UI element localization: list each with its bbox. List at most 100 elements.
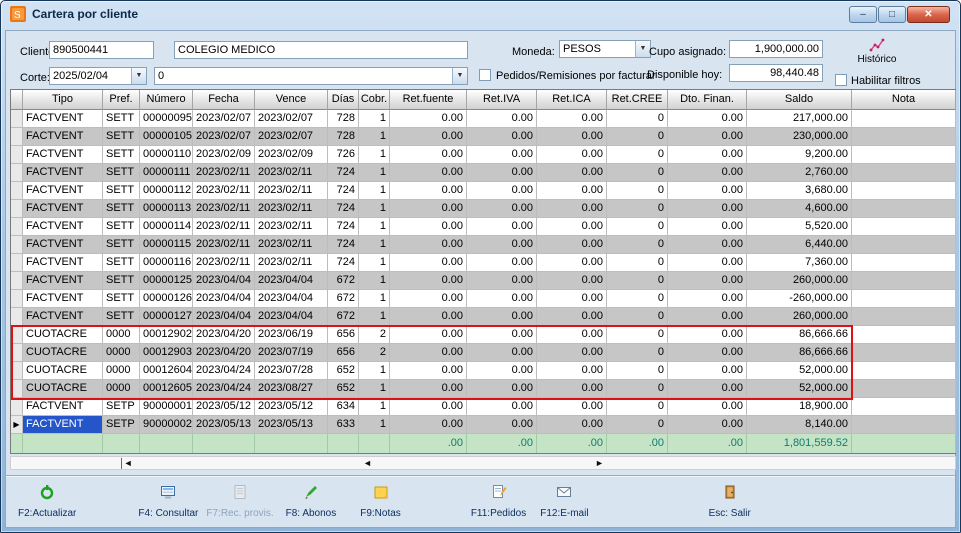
cell[interactable]: 2023/08/27 [255,380,328,398]
cell[interactable]: SETP [103,416,140,434]
cell[interactable]: 0.00 [390,398,467,416]
table-row[interactable]: FACTVENT SETT 00000127 2023/04/04 2023/04/04… [11,308,956,326]
cell[interactable]: 230,000.00 [747,128,852,146]
next-record-icon[interactable]: ► [595,457,604,469]
cell[interactable]: 634 [328,398,359,416]
cell[interactable]: 1 [359,164,390,182]
cell[interactable]: 6,440.00 [747,236,852,254]
cell[interactable]: 00012903 [140,344,193,362]
cell[interactable]: CUOTACRE [23,344,103,362]
cell[interactable]: 0.00 [668,236,747,254]
cell[interactable]: 0.00 [537,290,607,308]
cell[interactable] [852,326,956,344]
table-row[interactable]: ▶ FACTVENT SETP 90000002 2023/05/13 2023/05/1… [11,416,956,434]
cell[interactable]: SETT [103,164,140,182]
cell[interactable]: 0 [607,128,668,146]
cell[interactable]: SETT [103,200,140,218]
column-header-ret-fuente[interactable]: Ret.fuente [390,90,467,110]
cell[interactable]: 8,140.00 [747,416,852,434]
cell[interactable]: 0.00 [467,326,537,344]
cell[interactable]: 0.00 [668,128,747,146]
column-header-días[interactable]: Días [328,90,359,110]
cell[interactable]: 3,680.00 [747,182,852,200]
cell[interactable]: 2023/05/13 [255,416,328,434]
cell[interactable]: 1 [359,254,390,272]
cell[interactable]: 0 [607,308,668,326]
cell[interactable]: 0.00 [537,272,607,290]
cell[interactable] [852,308,956,326]
cell[interactable]: FACTVENT [23,146,103,164]
cell[interactable]: 0.00 [537,164,607,182]
cell[interactable] [852,254,956,272]
table-row[interactable]: CUOTACRE 0000 00012902 2023/04/20 2023/06/19… [11,326,956,344]
first-record-icon[interactable]: │◄ [119,457,133,469]
cell[interactable]: 0.00 [390,290,467,308]
cell[interactable]: 672 [328,308,359,326]
record-navigator[interactable]: │◄ ◄ ► [10,456,956,470]
cell[interactable] [852,128,956,146]
cell[interactable]: 2023/02/11 [255,164,328,182]
table-row[interactable]: FACTVENT SETT 00000095 2023/02/07 2023/02/07… [11,110,956,128]
cell[interactable]: 0.00 [390,362,467,380]
filtro-select[interactable]: 0 ▼ [154,67,468,85]
cell[interactable]: 5,520.00 [747,218,852,236]
cell[interactable]: 0.00 [390,380,467,398]
cell[interactable]: 2023/02/11 [255,236,328,254]
cell[interactable]: 0.00 [467,128,537,146]
cell[interactable]: CUOTACRE [23,326,103,344]
table-row[interactable]: FACTVENT SETT 00000111 2023/02/11 2023/02/11… [11,164,956,182]
cell[interactable]: 728 [328,128,359,146]
cell[interactable]: 2023/05/12 [193,398,255,416]
cell[interactable]: SETT [103,254,140,272]
cell[interactable]: 1 [359,380,390,398]
cell[interactable]: 00000126 [140,290,193,308]
column-header-saldo[interactable]: Saldo [747,90,852,110]
pedidos-button[interactable]: F11:Pedidos [471,484,526,519]
table-row[interactable]: FACTVENT SETT 00000125 2023/04/04 2023/04/04… [11,272,956,290]
cell[interactable]: 0.00 [467,308,537,326]
cell[interactable]: 1 [359,110,390,128]
cell[interactable]: 0.00 [390,146,467,164]
cell[interactable]: FACTVENT [23,218,103,236]
cell[interactable]: 18,900.00 [747,398,852,416]
cell[interactable]: 260,000.00 [747,272,852,290]
cell[interactable]: 0.00 [668,326,747,344]
email-button[interactable]: F12:E-mail [540,484,589,519]
cell[interactable]: 2023/04/04 [255,272,328,290]
chevron-down-icon[interactable]: ▼ [131,68,146,84]
minimize-button[interactable]: – [849,6,877,23]
cell[interactable]: 0.00 [390,254,467,272]
cell[interactable]: 2023/02/11 [193,236,255,254]
cell[interactable]: 0 [607,218,668,236]
cell[interactable]: 00000095 [140,110,193,128]
cell[interactable]: 1 [359,236,390,254]
table-row[interactable]: CUOTACRE 0000 00012903 2023/04/20 2023/07/19… [11,344,956,362]
cell[interactable]: 0.00 [668,218,747,236]
cell[interactable]: 90000002 [140,416,193,434]
cell[interactable]: 724 [328,218,359,236]
cell[interactable]: SETT [103,128,140,146]
cell[interactable]: 0.00 [668,254,747,272]
cell[interactable]: 00012604 [140,362,193,380]
cell[interactable]: 2023/02/07 [193,128,255,146]
cell[interactable] [852,146,956,164]
cell[interactable]: 0.00 [390,128,467,146]
cell[interactable]: 0.00 [668,272,747,290]
table-row[interactable]: FACTVENT SETT 00000115 2023/02/11 2023/02/11… [11,236,956,254]
cell[interactable]: 00000116 [140,254,193,272]
cell[interactable]: 00000127 [140,308,193,326]
cell[interactable]: 0.00 [467,254,537,272]
cell[interactable]: FACTVENT [23,110,103,128]
cell[interactable]: CUOTACRE [23,362,103,380]
cell[interactable]: 0.00 [467,416,537,434]
cell[interactable]: FACTVENT [23,290,103,308]
cell[interactable]: 0.00 [668,290,747,308]
cell[interactable]: 0.00 [668,110,747,128]
cell[interactable]: 2023/04/20 [193,344,255,362]
cell[interactable]: 2 [359,344,390,362]
cell[interactable]: 2023/04/20 [193,326,255,344]
cell[interactable]: 0.00 [537,236,607,254]
cell[interactable]: 0.00 [668,308,747,326]
cell[interactable]: 0.00 [390,308,467,326]
column-header-vence[interactable]: Vence [255,90,328,110]
